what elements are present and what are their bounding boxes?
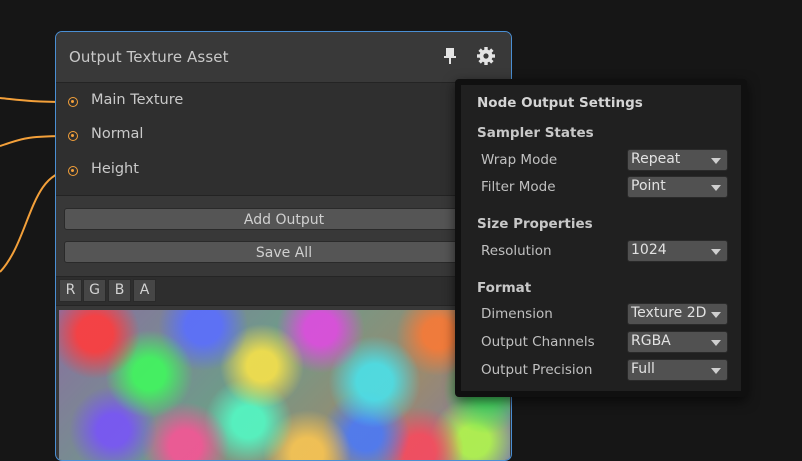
section-heading-format: Format (477, 280, 532, 296)
channel-a-toggle[interactable]: A (133, 279, 156, 302)
channel-g-toggle[interactable]: G (83, 279, 106, 302)
resolution-dropdown[interactable]: 1024 (627, 240, 728, 262)
port-label: Normal (91, 126, 144, 142)
dropdown-value: Repeat (631, 151, 681, 167)
node-title: Output Texture Asset (69, 48, 229, 66)
section-heading-sampler-states: Sampler States (477, 125, 594, 141)
pin-icon[interactable] (440, 46, 460, 66)
dimension-dropdown[interactable]: Texture 2D (627, 303, 728, 325)
section-heading-size-properties: Size Properties (477, 216, 593, 232)
wrap-mode-dropdown[interactable]: Repeat (627, 149, 728, 171)
filter-mode-dropdown[interactable]: Point (627, 176, 728, 198)
dropdown-value: Point (631, 178, 666, 194)
save-all-button[interactable]: Save All (64, 241, 504, 263)
chevron-down-icon (711, 340, 721, 346)
channel-r-toggle[interactable]: R (59, 279, 82, 302)
chevron-down-icon (711, 249, 721, 255)
dropdown-value: RGBA (631, 333, 671, 349)
input-ports: Main Texture Normal Height (56, 83, 511, 196)
port-label: Main Texture (91, 92, 184, 108)
channel-toggles: R G B A (56, 276, 511, 306)
dropdown-value: Full (631, 361, 655, 377)
chevron-down-icon (711, 368, 721, 374)
output-texture-node[interactable]: Output Texture Asset Main Texture Normal… (55, 31, 512, 461)
port-connector-icon[interactable] (68, 166, 78, 176)
port-connector-icon[interactable] (68, 131, 78, 141)
node-header[interactable]: Output Texture Asset (56, 32, 511, 83)
resolution-label: Resolution (481, 243, 552, 259)
popup-title: Node Output Settings (477, 95, 643, 111)
add-output-button[interactable]: Add Output (64, 208, 504, 230)
dropdown-value: Texture 2D (631, 305, 707, 321)
node-actions: Add Output Save All (56, 196, 511, 271)
chevron-down-icon (711, 185, 721, 191)
output-precision-label: Output Precision (481, 362, 593, 378)
output-precision-dropdown[interactable]: Full (627, 359, 728, 381)
chevron-down-icon (711, 312, 721, 318)
wrap-mode-label: Wrap Mode (481, 152, 558, 168)
output-channels-label: Output Channels (481, 334, 595, 350)
texture-preview (59, 310, 510, 460)
gear-icon[interactable] (476, 46, 496, 66)
output-channels-dropdown[interactable]: RGBA (627, 331, 728, 353)
dropdown-value: 1024 (631, 242, 667, 258)
port-label: Height (91, 161, 139, 177)
chevron-down-icon (711, 158, 721, 164)
filter-mode-label: Filter Mode (481, 179, 556, 195)
port-connector-icon[interactable] (68, 97, 78, 107)
dimension-label: Dimension (481, 306, 553, 322)
node-output-settings-popup: Node Output Settings Sampler States Wrap… (455, 79, 747, 397)
channel-b-toggle[interactable]: B (108, 279, 131, 302)
